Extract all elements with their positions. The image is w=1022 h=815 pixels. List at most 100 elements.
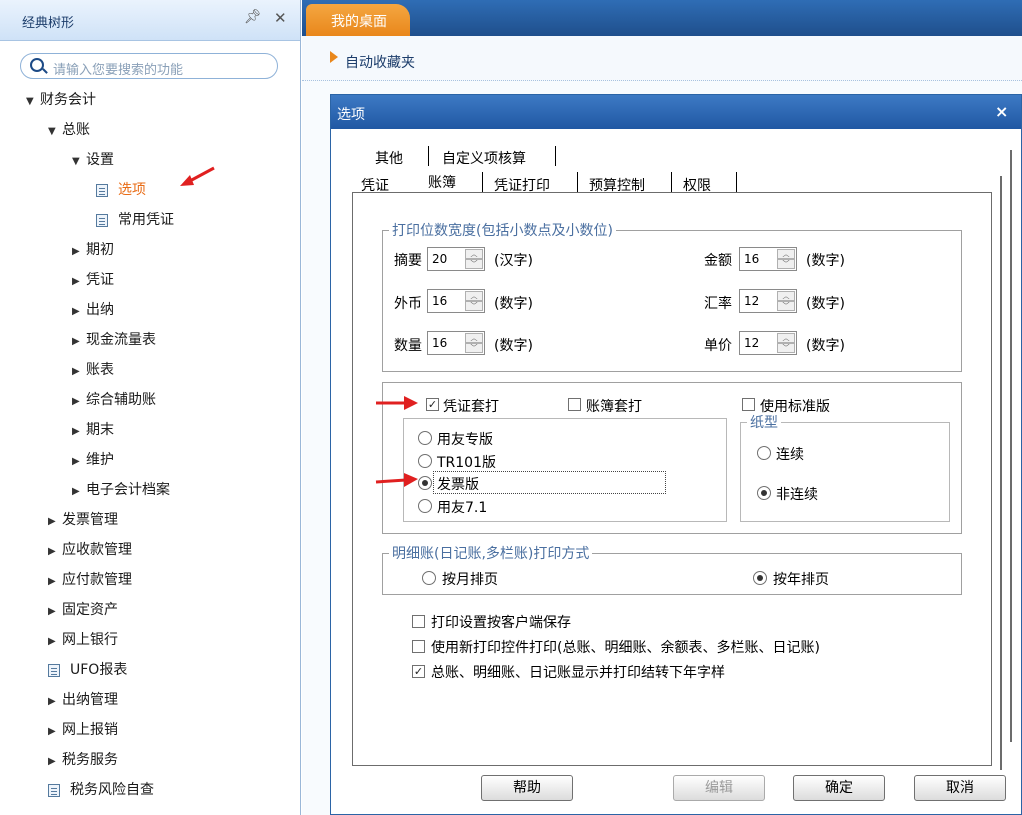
chevron-right-icon: ▶ bbox=[72, 276, 80, 287]
exchange-rate-width-stepper[interactable]: 12 ︿ ﹀ bbox=[739, 289, 797, 313]
tree-item-cashier[interactable]: ▶ 出纳 bbox=[72, 298, 114, 322]
tree-item-fixed-assets[interactable]: ▶ 固定资产 bbox=[48, 598, 118, 622]
tree-item-cashflow[interactable]: ▶ 现金流量表 bbox=[72, 328, 156, 352]
spin-down-icon[interactable]: ﹀ bbox=[777, 301, 795, 311]
spin-up-icon[interactable]: ︿ bbox=[465, 249, 483, 259]
tab-separator bbox=[577, 172, 578, 192]
tree-item-cashier-mgmt[interactable]: ▶ 出纳管理 bbox=[48, 688, 118, 712]
page-by-month-radio[interactable] bbox=[422, 571, 436, 585]
close-icon[interactable]: × bbox=[995, 102, 1008, 121]
tree-item-e-archive[interactable]: ▶ 电子会计档案 bbox=[72, 478, 170, 502]
document-icon bbox=[48, 663, 60, 677]
spin-down-icon[interactable]: ﹀ bbox=[777, 343, 795, 353]
chevron-right-icon: ▶ bbox=[72, 336, 80, 347]
tree-item-voucher[interactable]: ▶ 凭证 bbox=[72, 268, 114, 292]
triangle-right-icon bbox=[330, 51, 338, 63]
spin-down-icon[interactable]: ﹀ bbox=[465, 301, 483, 311]
edition-yonyou-radio[interactable] bbox=[418, 431, 432, 445]
tree-item-tax-service[interactable]: ▶ 税务服务 bbox=[48, 748, 118, 772]
paper-continuous-label: 连续 bbox=[776, 447, 804, 463]
dialog-title: 选项 bbox=[337, 107, 365, 123]
search-placeholder: 请输入您要搜索的功能 bbox=[53, 63, 184, 78]
spin-up-icon[interactable]: ︿ bbox=[465, 333, 483, 343]
chevron-down-icon: ▼ bbox=[26, 96, 34, 107]
paper-noncontinuous-label: 非连续 bbox=[776, 487, 818, 503]
chevron-right-icon: ▶ bbox=[48, 726, 56, 737]
favorites-label[interactable]: 自动收藏夹 bbox=[345, 52, 415, 72]
chevron-right-icon: ▶ bbox=[48, 696, 56, 707]
pin-icon[interactable]: 📌︎ bbox=[244, 9, 262, 25]
quantity-width-stepper[interactable]: 16 ︿ ﹀ bbox=[427, 331, 485, 355]
new-print-control-label: 使用新打印控件打印(总账、明细账、余额表、多栏账、日记账) bbox=[431, 640, 820, 656]
tree-item-tax-risk[interactable]: 税务风险自查 bbox=[48, 778, 154, 802]
edition-tr101-label: TR101版 bbox=[437, 455, 497, 471]
edition-tr101-radio[interactable] bbox=[418, 454, 432, 468]
save-print-settings-checkbox[interactable] bbox=[412, 615, 425, 628]
tree-item-general-ledger[interactable]: ▼ 总账 bbox=[48, 118, 90, 142]
foreign-currency-label: 外币 bbox=[394, 296, 422, 312]
tab-separator bbox=[555, 146, 556, 166]
panel-stack-edge bbox=[1010, 150, 1012, 742]
search-input[interactable]: 请输入您要搜索的功能 bbox=[20, 53, 278, 79]
carry-forward-text-checkbox[interactable]: ✓ bbox=[412, 665, 425, 678]
tree-item-payables[interactable]: ▶ 应付款管理 bbox=[48, 568, 132, 592]
print-width-legend: 打印位数宽度(包括小数点及小数位) bbox=[392, 223, 613, 239]
standard-edition-checkbox[interactable] bbox=[742, 398, 755, 411]
tree-item-period-end[interactable]: ▶ 期末 bbox=[72, 418, 114, 442]
tree-item-options[interactable]: 选项 bbox=[96, 178, 146, 202]
summary-width-stepper[interactable]: 20 ︿ ﹀ bbox=[427, 247, 485, 271]
edition-yonyou71-label: 用友7.1 bbox=[437, 500, 488, 516]
tree-item-aux-accounts[interactable]: ▶ 综合辅助账 bbox=[72, 388, 156, 412]
tab-custom-accounting[interactable]: 自定义项核算 bbox=[442, 148, 526, 168]
tab-my-desktop[interactable]: 我的桌面 bbox=[306, 4, 410, 36]
edition-yonyou71-radio[interactable] bbox=[418, 499, 432, 513]
tree-item-opening[interactable]: ▶ 期初 bbox=[72, 238, 114, 262]
chevron-right-icon: ▶ bbox=[48, 756, 56, 767]
tree-item-online-expense[interactable]: ▶ 网上报销 bbox=[48, 718, 118, 742]
tree-item-settings[interactable]: ▼ 设置 bbox=[72, 148, 114, 172]
page-by-month-label: 按月排页 bbox=[442, 572, 498, 588]
paper-type-group: 纸型 bbox=[740, 412, 950, 522]
tree-item-online-bank[interactable]: ▶ 网上银行 bbox=[48, 628, 118, 652]
annotation-arrow-icon bbox=[180, 166, 215, 186]
chevron-right-icon: ▶ bbox=[72, 396, 80, 407]
document-icon bbox=[48, 783, 60, 797]
help-button[interactable]: 帮助 bbox=[481, 775, 573, 801]
paper-continuous-radio[interactable] bbox=[757, 446, 771, 460]
ok-button[interactable]: 确定 bbox=[793, 775, 885, 801]
close-icon[interactable]: ✕ bbox=[274, 9, 287, 27]
tab-separator bbox=[671, 172, 672, 192]
book-overprint-checkbox[interactable] bbox=[568, 398, 581, 411]
foreign-currency-width-stepper[interactable]: 16 ︿ ﹀ bbox=[427, 289, 485, 313]
unit-price-label: 单价 bbox=[704, 338, 732, 354]
edit-button[interactable]: 编辑 bbox=[673, 775, 765, 801]
tree-item-reports[interactable]: ▶ 账表 bbox=[72, 358, 114, 382]
spin-up-icon[interactable]: ︿ bbox=[777, 333, 795, 343]
tab-other[interactable]: 其他 bbox=[375, 148, 403, 168]
voucher-overprint-checkbox[interactable]: ✓ bbox=[426, 398, 439, 411]
spin-down-icon[interactable]: ﹀ bbox=[465, 259, 483, 269]
amount-width-stepper[interactable]: 16 ︿ ﹀ bbox=[739, 247, 797, 271]
spin-down-icon[interactable]: ﹀ bbox=[465, 343, 483, 353]
document-icon bbox=[96, 213, 108, 227]
tree-item-receivables[interactable]: ▶ 应收款管理 bbox=[48, 538, 132, 562]
paper-noncontinuous-radio[interactable] bbox=[757, 486, 771, 500]
annotation-arrow-icon bbox=[375, 473, 418, 487]
cancel-button[interactable]: 取消 bbox=[914, 775, 1006, 801]
tree-item-common-voucher[interactable]: 常用凭证 bbox=[96, 208, 174, 232]
edition-invoice-radio[interactable] bbox=[418, 476, 432, 490]
unit-label: (数字) bbox=[806, 253, 845, 269]
tree-item-ufo-report[interactable]: UFO报表 bbox=[48, 658, 127, 682]
page-by-year-radio[interactable] bbox=[753, 571, 767, 585]
spin-down-icon[interactable]: ﹀ bbox=[777, 259, 795, 269]
unit-price-width-stepper[interactable]: 12 ︿ ﹀ bbox=[739, 331, 797, 355]
tab-ledger[interactable]: 账簿 bbox=[428, 172, 456, 192]
spin-up-icon[interactable]: ︿ bbox=[777, 291, 795, 301]
tree-item-maintenance[interactable]: ▶ 维护 bbox=[72, 448, 114, 472]
spin-up-icon[interactable]: ︿ bbox=[465, 291, 483, 301]
spin-up-icon[interactable]: ︿ bbox=[777, 249, 795, 259]
tree-item-invoice-mgmt[interactable]: ▶ 发票管理 bbox=[48, 508, 118, 532]
tree-item-finance[interactable]: ▼ 财务会计 bbox=[26, 88, 96, 112]
chevron-right-icon: ▶ bbox=[72, 426, 80, 437]
new-print-control-checkbox[interactable] bbox=[412, 640, 425, 653]
